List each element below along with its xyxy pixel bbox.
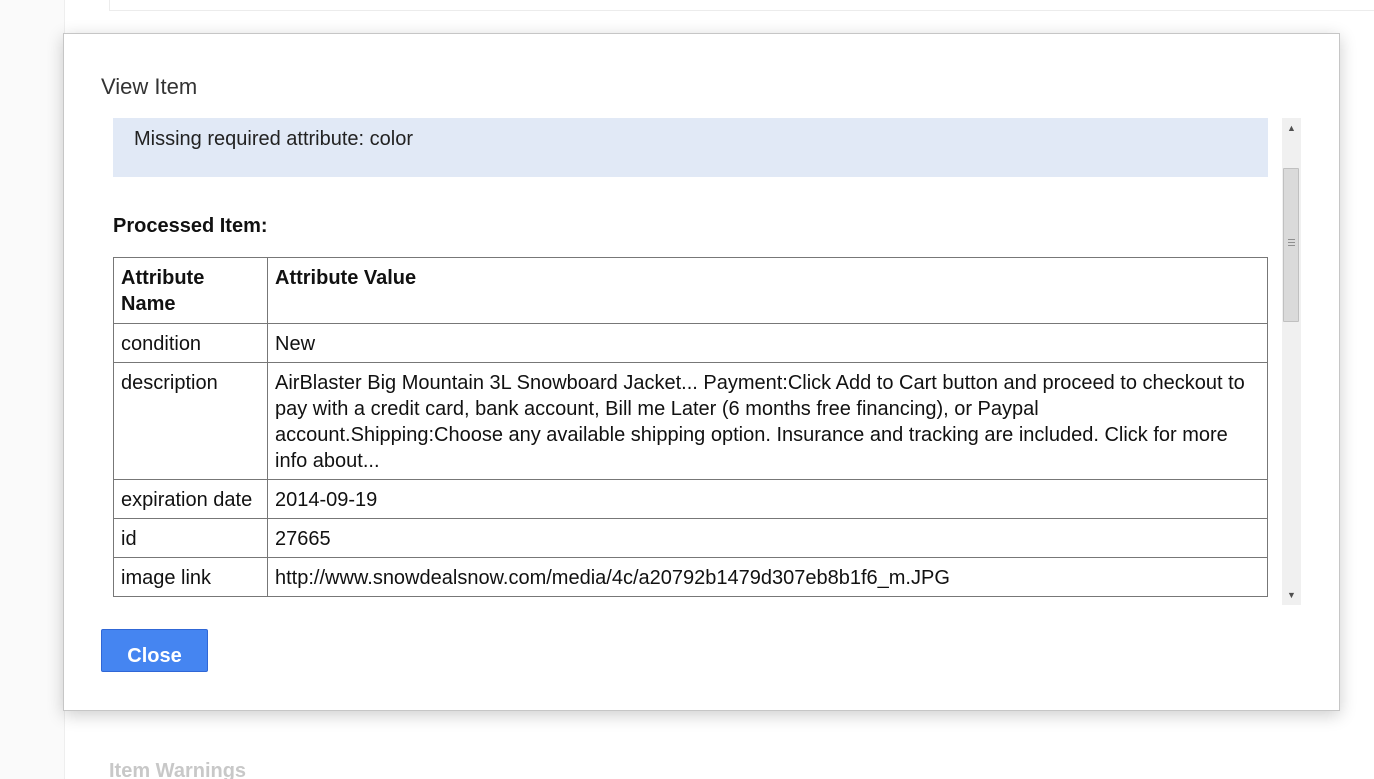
attribute-value-cell: 27665 — [267, 518, 1268, 558]
column-header-attribute-name: Attribute Name — [113, 257, 268, 324]
attribute-value-cell: AirBlaster Big Mountain 3L Snowboard Jac… — [267, 362, 1268, 480]
background-panel — [109, 0, 1374, 11]
left-gutter — [0, 0, 65, 779]
page: Item Warnings View Item Missing required… — [0, 0, 1374, 779]
table-row: id 27665 — [113, 518, 1268, 558]
error-message-text: Missing required attribute: color — [134, 128, 414, 150]
attribute-value-cell: New — [267, 323, 1268, 363]
table-row: image link http://www.snowdealsnow.com/m… — [113, 557, 1268, 597]
table-header-row: Attribute Name Attribute Value — [113, 257, 1268, 324]
background-heading: Item Warnings — [109, 760, 247, 779]
scroll-up-arrow-icon[interactable]: ▲ — [1282, 120, 1301, 136]
scrollbar-thumb[interactable] — [1283, 168, 1299, 322]
attribute-value-cell: http://www.snowdealsnow.com/media/4c/a20… — [267, 557, 1268, 597]
attribute-name-cell: expiration date — [113, 479, 268, 519]
table-row: expiration date 2014-09-19 — [113, 479, 1268, 519]
attribute-name-cell: id — [113, 518, 268, 558]
close-button[interactable]: Close — [101, 629, 208, 672]
column-header-attribute-value: Attribute Value — [267, 257, 1268, 324]
error-message: Missing required attribute: color — [113, 118, 1268, 177]
dialog-scroll-area[interactable]: Missing required attribute: color Proces… — [113, 118, 1301, 605]
vertical-scrollbar[interactable]: ▲ ▼ — [1282, 118, 1301, 605]
scroll-down-arrow-icon[interactable]: ▼ — [1282, 587, 1301, 603]
attribute-table: Attribute Name Attribute Value condition… — [113, 257, 1268, 597]
dialog-title: View Item — [101, 74, 198, 99]
attribute-name-cell: condition — [113, 323, 268, 363]
table-row: description AirBlaster Big Mountain 3L S… — [113, 362, 1268, 480]
attribute-name-cell: description — [113, 362, 268, 480]
attribute-value-cell: 2014-09-19 — [267, 479, 1268, 519]
processed-item-label: Processed Item: — [113, 215, 268, 237]
table-row: condition New — [113, 323, 1268, 363]
view-item-dialog: View Item Missing required attribute: co… — [63, 33, 1340, 711]
attribute-name-cell: image link — [113, 557, 268, 597]
